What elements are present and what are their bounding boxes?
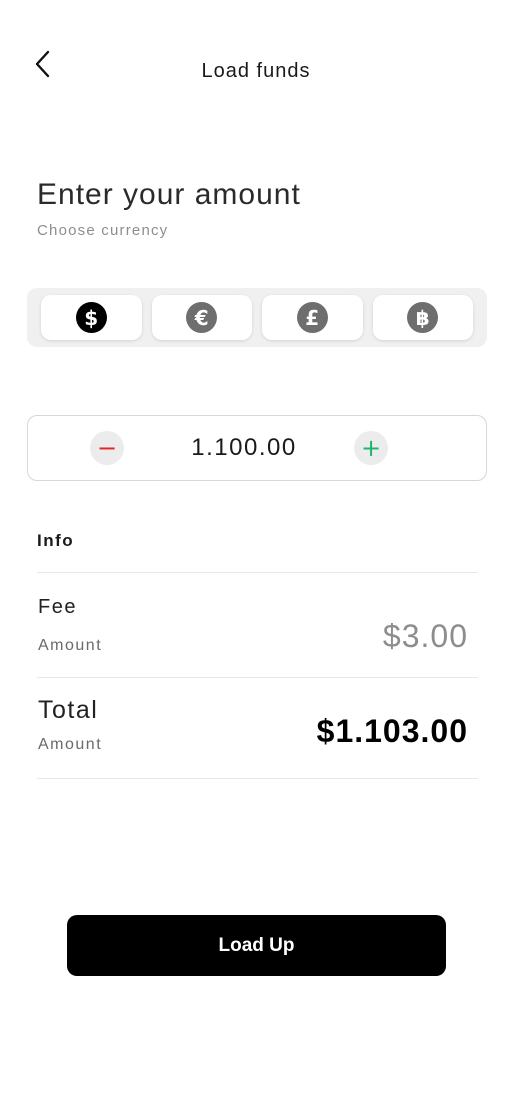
currency-tab-btc[interactable]: ฿ [372, 295, 473, 340]
header: Load funds [0, 0, 512, 130]
currency-tab-gbp[interactable]: £ [262, 295, 363, 340]
currency-tab-eur[interactable]: € [151, 295, 252, 340]
divider [37, 572, 478, 573]
total-subtitle: Amount [38, 736, 103, 753]
currency-selector: $ € £ ฿ [27, 288, 487, 347]
euro-icon: € [186, 302, 218, 333]
currency-subheading: Choose currency [37, 222, 169, 239]
pound-icon: £ [296, 302, 328, 333]
amount-input[interactable] [168, 434, 320, 462]
bitcoin-icon: ฿ [407, 302, 439, 333]
fee-title: Fee [38, 596, 77, 618]
plus-icon: + [360, 434, 382, 462]
amount-stepper: − + [27, 415, 487, 481]
load-up-button[interactable]: Load Up [67, 915, 446, 976]
divider [37, 778, 478, 779]
fee-value: $3.00 [382, 618, 468, 654]
total-value: $1.103.00 [316, 713, 468, 749]
increment-button[interactable]: + [354, 431, 388, 465]
currency-tab-usd[interactable]: $ [41, 295, 142, 340]
dollar-icon: $ [75, 302, 107, 333]
total-title: Total [38, 696, 99, 724]
decrement-button[interactable]: − [90, 431, 124, 465]
info-label: Info [37, 531, 75, 550]
amount-heading: Enter your amount [37, 178, 301, 211]
page-title: Load funds [201, 60, 311, 82]
minus-icon: − [96, 434, 118, 462]
divider [37, 677, 478, 678]
fee-subtitle: Amount [38, 637, 103, 654]
